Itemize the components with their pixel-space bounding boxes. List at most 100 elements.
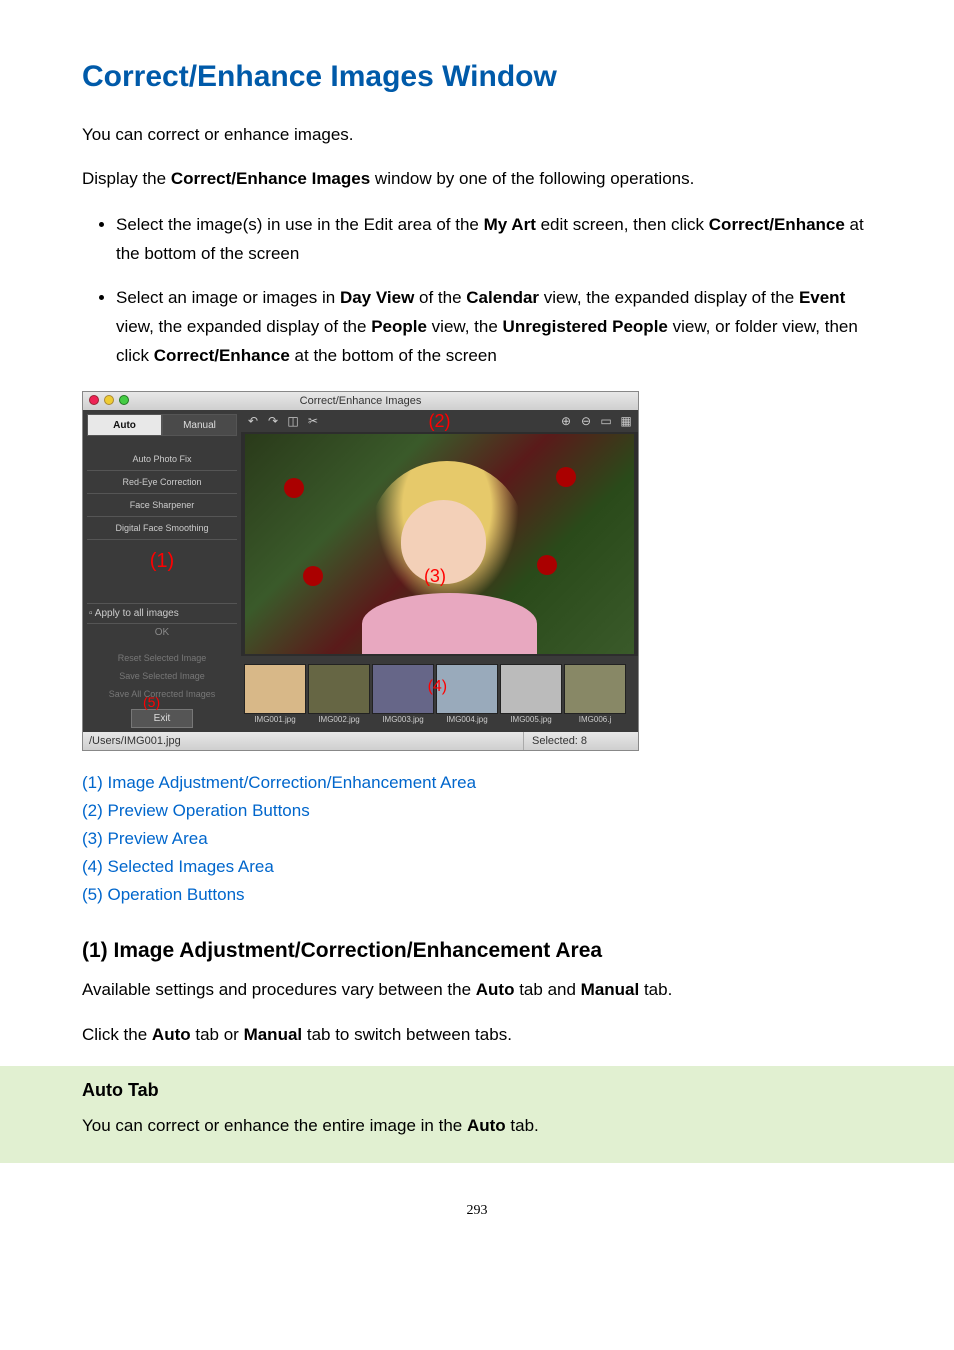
callout-marker-4: (4) [428,678,448,696]
text: tab or [191,1025,244,1044]
window-titlebar: Correct/Enhance Images [83,392,638,410]
text-bold: My Art [484,215,536,234]
photo-content [556,467,576,487]
text: Select an image or images in [116,288,340,307]
close-icon[interactable] [89,395,99,405]
ok-button[interactable]: OK [87,624,237,641]
section-1-heading: (1) Image Adjustment/Correction/Enhancem… [82,939,872,963]
text: tab and [514,980,580,999]
list-item: Select an image or images in Day View of… [116,284,872,371]
section-link[interactable]: (5) Operation Buttons [82,881,872,909]
text: view, the [427,317,503,336]
list-item: Select the image(s) in use in the Edit a… [116,211,872,269]
section-link[interactable]: (2) Preview Operation Buttons [82,797,872,825]
thumbnail-label: IMG001.jpg [254,715,295,724]
thumbnail[interactable]: IMG005.jpg [500,664,562,724]
actual-icon[interactable]: ▦ [618,413,634,429]
thumbnail-image [500,664,562,714]
option-digital-face-smoothing[interactable]: Digital Face Smoothing [87,517,237,540]
photo-content [537,555,557,575]
preview-area: (3) [245,434,634,654]
text-bold: Day View [340,288,414,307]
minimize-icon[interactable] [104,395,114,405]
text: Available settings and procedures vary b… [82,980,476,999]
text-bold: Manual [244,1025,303,1044]
option-face-sharpener[interactable]: Face Sharpener [87,494,237,517]
section-link[interactable]: (1) Image Adjustment/Correction/Enhancem… [82,769,872,797]
thumbnail[interactable]: IMG002.jpg [308,664,370,724]
zoom-in-icon[interactable]: ⊕ [558,413,574,429]
section-link[interactable]: (4) Selected Images Area [82,853,872,881]
rotate-left-icon[interactable]: ↶ [245,413,261,429]
thumbnail-label: IMG004.jpg [446,715,487,724]
tab-auto[interactable]: Auto [87,414,162,436]
thumbnail-label: IMG002.jpg [318,715,359,724]
callout-marker-1: (1) [87,550,237,573]
option-red-eye[interactable]: Red-Eye Correction [87,471,237,494]
text: tab. [639,980,672,999]
correction-options: Auto Photo Fix Red-Eye Correction Face S… [87,448,237,540]
apply-all-checkbox[interactable]: ▫ Apply to all images [87,603,237,624]
fit-icon[interactable]: ▭ [598,413,614,429]
auto-tab-heading: Auto Tab [82,1080,872,1101]
preview-toolbar: ↶↷◫✂ (2) ⊕⊖▭▦ [241,410,638,432]
text: view, the expanded display of the [116,317,371,336]
thumbnail-strip: (4) IMG001.jpg IMG002.jpg IMG003.jpg IMG004… [241,656,638,732]
text: Select the image(s) in use in the Edit a… [116,215,484,234]
thumbnail[interactable]: IMG006.j [564,664,626,724]
photo-content [303,566,323,586]
auto-tab-box: Auto Tab You can correct or enhance the … [0,1066,954,1163]
thumbnail[interactable]: IMG003.jpg [372,664,434,724]
callout-marker-3: (3) [424,566,446,587]
text-bold: Manual [581,980,640,999]
page-title: Correct/Enhance Images Window [82,60,872,94]
intro-paragraph-1: You can correct or enhance images. [82,122,872,148]
text: Display the [82,169,171,188]
thumbnail-image [372,664,434,714]
thumbnail-image [244,664,306,714]
section-links: (1) Image Adjustment/Correction/Enhancem… [82,769,872,909]
window-title: Correct/Enhance Images [300,395,422,407]
text-bold: Event [799,288,845,307]
zoom-icon[interactable] [119,395,129,405]
save-selected-button[interactable]: Save Selected Image [87,667,237,685]
zoom-out-icon[interactable]: ⊖ [578,413,594,429]
text-bold: Correct/Enhance Images [171,169,370,188]
exit-button[interactable]: Exit [131,709,193,728]
callout-marker-5: (5) [143,694,160,710]
section-1-p1: Available settings and procedures vary b… [82,977,872,1003]
text: tab. [506,1116,539,1135]
text: You can correct or enhance the entire im… [82,1116,467,1135]
thumbnail-image [308,664,370,714]
text-bold: Auto [476,980,515,999]
option-auto-photo-fix[interactable]: Auto Photo Fix [87,448,237,471]
thumbnail[interactable]: IMG001.jpg [244,664,306,724]
main-pane: ↶↷◫✂ (2) ⊕⊖▭▦ (3) (4) IMG001.jpgIMG002. [241,410,638,732]
section-link[interactable]: (3) Preview Area [82,825,872,853]
thumbnail-label: IMG006.j [579,715,611,724]
mode-tabs: Auto Manual [87,414,237,436]
reset-selected-button[interactable]: Reset Selected Image [87,649,237,667]
crop-icon[interactable]: ✂ [305,413,321,429]
thumbnail-label: IMG003.jpg [382,715,423,724]
thumbnail-label: IMG005.jpg [510,715,551,724]
text: tab to switch between tabs. [302,1025,512,1044]
tab-manual[interactable]: Manual [162,414,237,436]
section-1-p2: Click the Auto tab or Manual tab to swit… [82,1022,872,1048]
photo-content [284,478,304,498]
operations-list: Select the image(s) in use in the Edit a… [82,211,872,371]
auto-tab-paragraph: You can correct or enhance the entire im… [82,1113,872,1139]
status-bar: /Users/IMG001.jpg Selected: 8 [83,732,638,750]
text: at the bottom of the screen [290,346,497,365]
text-bold: Correct/Enhance [709,215,845,234]
status-selected-count: Selected: 8 [523,732,632,750]
text-bold: Unregistered People [503,317,668,336]
status-path: /Users/IMG001.jpg [89,732,181,750]
save-all-button[interactable]: Save All Corrected Images [87,685,237,703]
traffic-lights [89,395,129,405]
rotate-right-icon[interactable]: ↷ [265,413,281,429]
compare-icon[interactable]: ◫ [285,413,301,429]
text: window by one of the following operation… [370,169,694,188]
text: of the [414,288,466,307]
photo-content [362,593,537,655]
